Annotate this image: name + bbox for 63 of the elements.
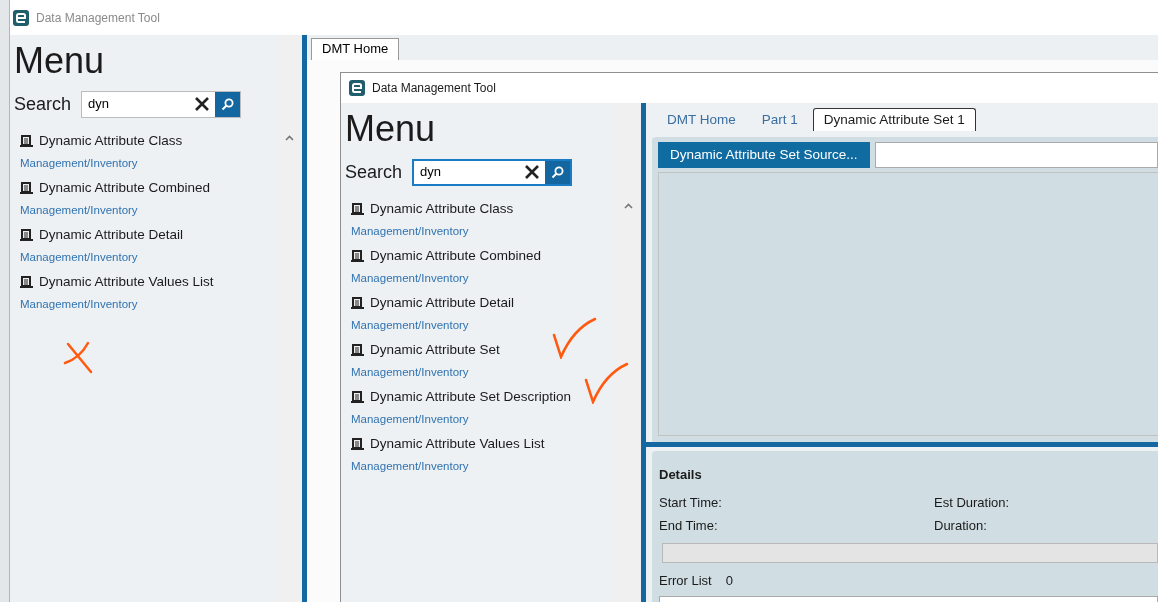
menu-item-link[interactable]: Dynamic Attribute Class <box>39 131 183 150</box>
details-heading: Details <box>659 466 703 484</box>
document-icon <box>20 181 33 195</box>
menu-item-path: Management/Inventory <box>351 270 469 286</box>
document-icon <box>351 390 364 404</box>
window-title: Data Management Tool <box>372 80 496 97</box>
search-bar[interactable]: dyn <box>412 158 573 186</box>
logo-icon <box>13 9 29 26</box>
search-label: Search <box>14 92 72 116</box>
document-icon <box>20 275 33 289</box>
tab[interactable]: DMT Home <box>656 108 747 131</box>
search-icon <box>551 165 565 179</box>
source-button[interactable]: Dynamic Attribute Set Source... <box>658 142 870 168</box>
tab[interactable]: Part 1 <box>750 108 809 131</box>
document-icon <box>351 202 364 216</box>
source-input-field[interactable] <box>874 142 1158 168</box>
search-icon <box>221 97 235 111</box>
menu-item-link[interactable]: Dynamic Attribute Detail <box>39 225 184 244</box>
menu-item-path: Management/Inventory <box>351 411 469 427</box>
document-icon <box>351 343 364 357</box>
document-icon <box>351 249 364 263</box>
menu-item-path: Management/Inventory <box>351 317 469 333</box>
menu-heading: Menu <box>14 41 106 81</box>
document-icon <box>20 228 33 242</box>
menu-item-link[interactable]: Dynamic Attribute Class <box>370 199 514 218</box>
menu-item-path: Management/Inventory <box>351 458 469 474</box>
search-bar[interactable]: dyn <box>81 90 242 118</box>
menu-item-link[interactable]: Dynamic Attribute Set Description <box>370 387 572 406</box>
document-icon <box>20 134 33 148</box>
menu-item-link[interactable]: Dynamic Attribute Values List <box>39 272 214 291</box>
search-button[interactable] <box>545 160 571 184</box>
document-icon <box>351 437 364 451</box>
menu-heading: Menu <box>345 109 437 149</box>
field-label: Est Duration: <box>934 493 1010 512</box>
search-field[interactable]: dyn <box>414 160 520 184</box>
menu-item-link[interactable]: Dynamic Attribute Detail <box>370 293 515 312</box>
error-count: 0 <box>725 571 733 590</box>
menu-item-link[interactable]: Dynamic Attribute Set <box>370 340 500 359</box>
field-label: End Time: <box>659 516 718 535</box>
menu-item-link[interactable]: Dynamic Attribute Combined <box>39 178 211 197</box>
menu-item-link[interactable]: Dynamic Attribute Values List <box>370 434 545 453</box>
tab[interactable]: Dynamic Attribute Set 1 <box>812 108 976 131</box>
menu-item-path: Management/Inventory <box>20 249 138 265</box>
menu-item-path: Management/Inventory <box>20 202 138 218</box>
close-icon <box>195 97 210 112</box>
document-icon <box>351 296 364 310</box>
error-list-label: Error List <box>659 571 712 590</box>
window-title: Data Management Tool <box>36 9 160 27</box>
menu-item-path: Management/Inventory <box>20 296 138 312</box>
logo-icon <box>349 80 365 96</box>
search-field[interactable]: dyn <box>82 91 190 117</box>
close-icon <box>525 165 540 180</box>
menu-item-path: Management/Inventory <box>351 223 469 239</box>
scroll-up-icon[interactable] <box>624 203 633 209</box>
menu-item-path: Management/Inventory <box>351 364 469 380</box>
menu-item-link[interactable]: Dynamic Attribute Combined <box>370 246 542 265</box>
search-button[interactable] <box>215 91 241 117</box>
menu-item-path: Management/Inventory <box>20 155 138 171</box>
search-label: Search <box>345 160 403 184</box>
tab[interactable]: DMT Home <box>311 38 400 60</box>
field-label: Start Time: <box>659 493 722 512</box>
scroll-up-icon[interactable] <box>285 135 294 141</box>
field-label: Duration: <box>934 516 987 535</box>
